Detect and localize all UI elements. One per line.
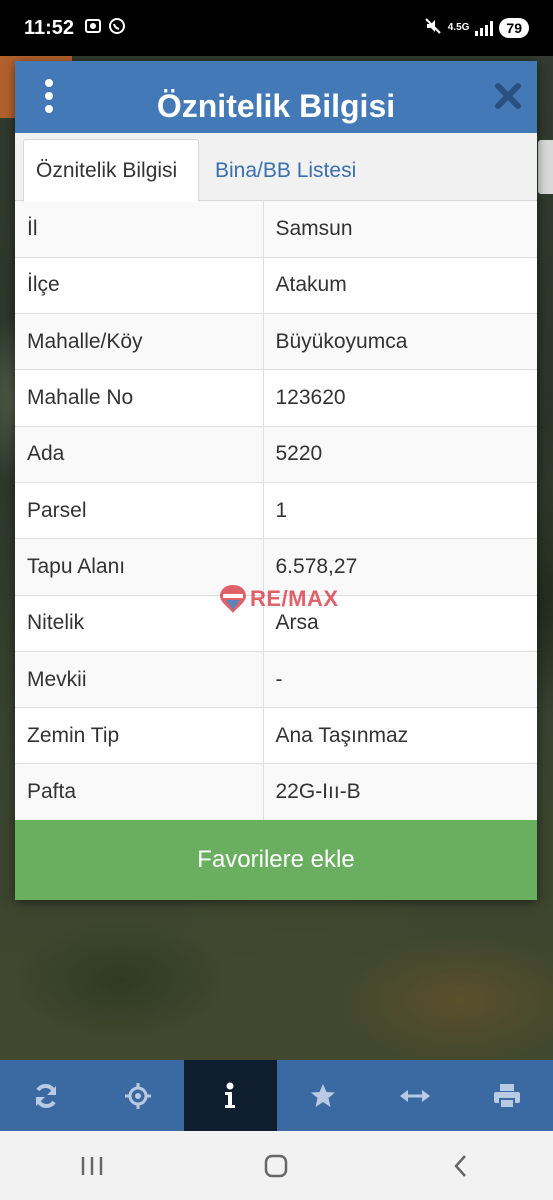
home-button[interactable] [246,1146,306,1186]
watermark-text: RE/MAX [250,586,339,611]
recents-button[interactable] [62,1146,122,1186]
whatsapp-icon [108,17,126,40]
locate-button[interactable] [92,1060,184,1131]
attribute-dialog: Öznitelik Bilgisi Öznitelik Bilgisi Bina… [15,61,537,900]
attr-value: 5220 [263,426,537,483]
table-row: Ada 5220 [15,426,537,483]
attr-value: Samsun [263,201,537,258]
battery-level: 79 [499,18,529,38]
dialog-title: Öznitelik Bilgisi [156,87,396,124]
table-row: Parsel 1 [15,482,537,540]
status-time: 11:52 [24,16,75,39]
attr-key: Mahalle/Köy [15,313,264,371]
table-row: Mahalle No 123620 [15,369,537,427]
close-icon [495,83,521,109]
star-icon [310,1083,335,1107]
kebab-menu-icon[interactable] [43,79,55,113]
measure-icon [399,1089,430,1102]
system-nav-bar [0,1131,553,1200]
attr-key: Ada [15,426,264,483]
attr-key: İlçe [15,257,264,315]
table-row: Mevkii - [15,651,537,709]
attribute-table: İl Samsun İlçe Atakum Mahalle/Köy Büyükoyum… [15,201,537,821]
status-bar: 11:52 4.5G 79 [0,0,553,56]
info-icon [225,1082,236,1108]
recents-icon [81,1156,103,1175]
attr-value: Ana Taşınmaz [263,707,537,765]
attr-value: - [263,651,537,709]
print-button[interactable] [461,1060,553,1131]
remax-watermark: RE/MAX [218,583,339,615]
print-icon [493,1083,520,1109]
table-row: Pafta 22G-Iıı-B [15,763,537,821]
attr-value: Büyükoyumca [263,313,537,371]
attr-key: Mevkii [15,651,264,709]
attr-value: 22G-Iıı-B [263,763,537,821]
attr-key: Parsel [15,482,264,540]
close-button[interactable] [495,83,521,109]
refresh-button[interactable] [0,1060,92,1131]
table-row: İl Samsun [15,201,537,258]
network-type: 4.5G [447,22,470,33]
screenshot-icon [84,17,102,40]
status-indicators: 4.5G 79 [424,17,529,40]
dialog-header: Öznitelik Bilgisi [15,61,537,133]
refresh-icon [36,1083,57,1108]
back-icon [454,1154,466,1177]
back-button[interactable] [431,1146,491,1186]
bottom-toolbar [0,1060,553,1131]
locate-icon [125,1082,152,1109]
tab-building-list[interactable]: Bina/BB Listesi [203,139,368,202]
table-row: Mahalle/Köy Büyükoyumca [15,313,537,371]
table-row: İlçe Atakum [15,257,537,315]
table-row: Zemin Tip Ana Taşınmaz [15,707,537,765]
attr-key: Mahalle No [15,369,264,427]
home-icon [265,1154,288,1177]
attr-value: 123620 [263,369,537,427]
attr-key: İl [15,201,264,258]
info-button[interactable] [184,1060,277,1131]
map-side-chip [538,140,553,194]
tab-attribute-info[interactable]: Öznitelik Bilgisi [23,139,199,202]
mute-icon [424,17,442,40]
attr-key: Pafta [15,763,264,821]
attr-key: Zemin Tip [15,707,264,765]
tab-bar: Öznitelik Bilgisi Bina/BB Listesi [15,133,537,202]
favorites-button[interactable] [277,1060,369,1131]
add-favorite-button[interactable]: Favorilere ekle [15,820,537,900]
attr-value: Atakum [263,257,537,315]
signal-icon [475,20,494,36]
measure-button[interactable] [369,1060,461,1131]
balloon-logo-icon [220,585,246,613]
attr-value: 1 [263,482,537,540]
